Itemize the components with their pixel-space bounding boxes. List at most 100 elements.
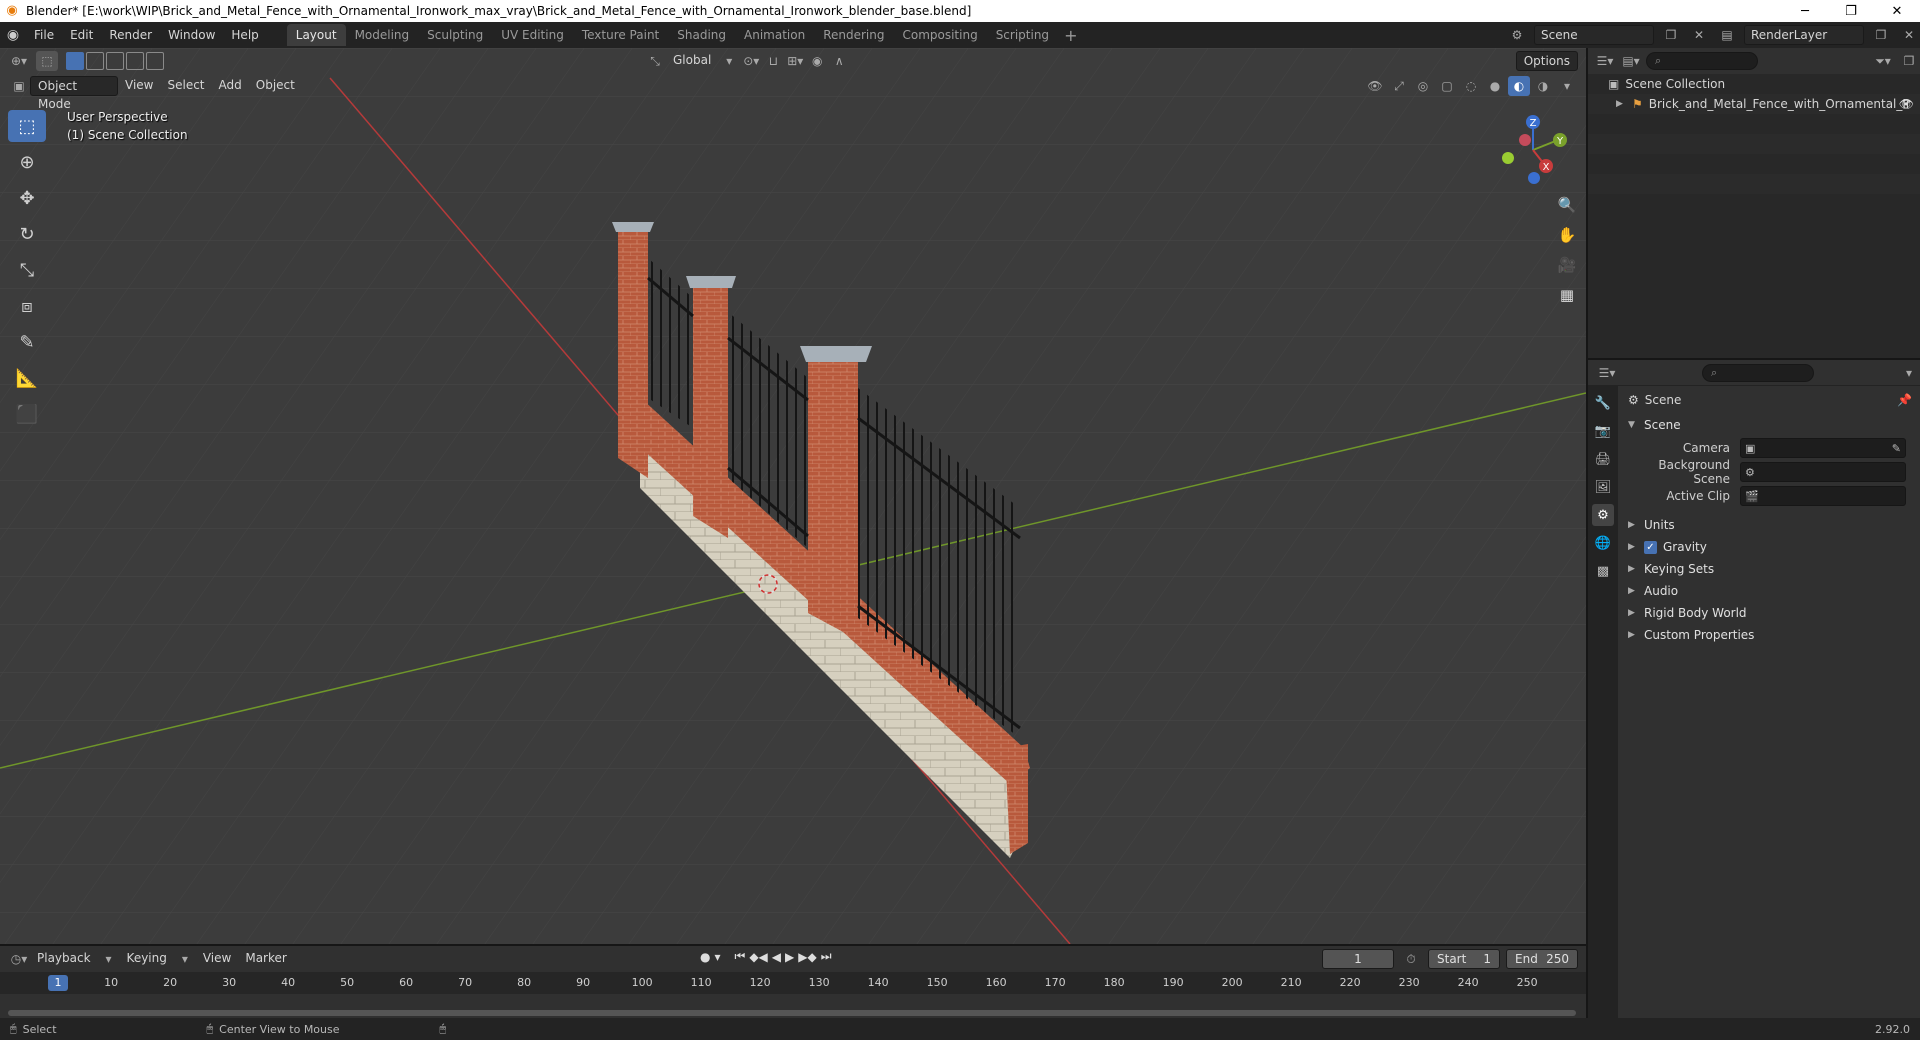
view-layer-tab-icon[interactable]: 🖼 xyxy=(1592,476,1614,498)
menu-add[interactable]: Add xyxy=(212,76,249,96)
select-intersect-icon[interactable] xyxy=(146,52,164,70)
chevron-down-icon[interactable]: ▾ xyxy=(174,949,196,969)
rigid-body-world-panel-header[interactable]: ▶ Rigid Body World xyxy=(1620,602,1920,624)
tab-compositing[interactable]: Compositing xyxy=(893,24,986,46)
proportional-edit-icon[interactable]: ◉ xyxy=(806,51,828,71)
end-frame-field[interactable]: End 250 xyxy=(1506,949,1578,969)
current-frame-cursor[interactable]: 1 xyxy=(48,975,68,991)
filter-icon[interactable]: ⏷▾ xyxy=(1872,51,1894,71)
gizmo-toggle-icon[interactable]: ⤢ xyxy=(1388,76,1410,96)
camera-view-icon[interactable]: 🎥 xyxy=(1554,252,1580,278)
tool-tab-icon[interactable]: 🔧 xyxy=(1592,392,1614,414)
visibility-icon[interactable]: 👁 xyxy=(1364,76,1386,96)
visibility-eye-icon[interactable]: 👁 xyxy=(1899,97,1914,111)
menu-view[interactable]: View xyxy=(118,76,160,96)
mode-dropdown[interactable]: Object Mode xyxy=(30,76,118,111)
3d-viewport[interactable]: ⊕▾ ⬚ ⤡ Global ▾ ⊙▾ ⊔ ⊞▾ ◉ ∧ Options ▣ Ob… xyxy=(0,48,1586,944)
overlay-toggle-icon[interactable]: ◎ xyxy=(1412,76,1434,96)
scale-tool-icon[interactable]: ⤡ xyxy=(8,254,46,286)
chevron-down-icon[interactable]: ▾ xyxy=(98,949,120,969)
new-scene-icon[interactable]: ❐ xyxy=(1660,25,1682,45)
menu-playback[interactable]: Playback xyxy=(30,949,98,969)
scene-tab-icon[interactable]: ⚙ xyxy=(1592,504,1614,526)
maximize-button[interactable]: ❐ xyxy=(1828,0,1874,22)
chevron-down-icon[interactable]: ▾ xyxy=(1898,363,1920,383)
prev-keyframe-icon[interactable]: ◆◀ xyxy=(749,950,767,964)
wireframe-shading-icon[interactable]: ◌ xyxy=(1460,76,1482,96)
world-tab-icon[interactable]: 🌐 xyxy=(1592,532,1614,554)
measure-tool-icon[interactable]: 📐 xyxy=(8,362,46,394)
snap-icon[interactable]: ⊔ xyxy=(762,51,784,71)
play-icon[interactable]: ▶ xyxy=(785,950,794,964)
menu-object[interactable]: Object xyxy=(249,76,302,96)
material-shading-icon[interactable]: ◐ xyxy=(1508,76,1530,96)
next-keyframe-icon[interactable]: ▶◆ xyxy=(798,950,816,964)
view-layer-icon[interactable]: ▤ xyxy=(1716,25,1738,45)
select-new-icon[interactable] xyxy=(66,52,84,70)
xray-icon[interactable]: ▢ xyxy=(1436,76,1458,96)
start-frame-field[interactable]: Start 1 xyxy=(1428,949,1500,969)
record-icon[interactable]: ● xyxy=(700,950,710,964)
select-extend-icon[interactable] xyxy=(86,52,104,70)
transform-orientation-dropdown[interactable]: Global xyxy=(666,51,718,71)
menu-render[interactable]: Render xyxy=(101,22,160,48)
gravity-checkbox[interactable]: ✓ xyxy=(1644,540,1657,554)
new-collection-icon[interactable]: ❐ xyxy=(1898,51,1920,71)
rotate-tool-icon[interactable]: ↻ xyxy=(8,218,46,250)
pin-icon[interactable]: 📌 xyxy=(1897,393,1912,407)
select-invert-icon[interactable] xyxy=(126,52,144,70)
menu-edit[interactable]: Edit xyxy=(62,22,101,48)
navigation-gizmo[interactable]: Z Y X xyxy=(1488,110,1578,240)
audio-panel-header[interactable]: ▶ Audio xyxy=(1620,580,1920,602)
units-panel-header[interactable]: ▶ Units xyxy=(1620,514,1920,536)
tab-layout[interactable]: Layout xyxy=(286,24,346,46)
chevron-down-icon[interactable]: ▾ xyxy=(718,51,740,71)
expand-arrow-icon[interactable]: ▶ xyxy=(1616,99,1626,109)
shading-options-icon[interactable]: ▾ xyxy=(1556,76,1578,96)
scene-name-field[interactable]: Scene xyxy=(1534,25,1654,45)
render-tab-icon[interactable]: 📷 xyxy=(1592,420,1614,442)
gravity-panel-header[interactable]: ▶ ✓ Gravity xyxy=(1620,536,1920,558)
chevron-down-icon[interactable]: ▾ xyxy=(714,950,720,964)
current-frame-field[interactable]: 1 xyxy=(1322,949,1394,969)
tab-scripting[interactable]: Scripting xyxy=(987,24,1058,46)
scene-panel-header[interactable]: ▼ Scene xyxy=(1620,414,1920,436)
output-tab-icon[interactable]: 🖨 xyxy=(1592,448,1614,470)
background-scene-field[interactable]: ⚙ xyxy=(1740,462,1906,482)
menu-select[interactable]: Select xyxy=(160,76,211,96)
solid-shading-icon[interactable]: ● xyxy=(1484,76,1506,96)
outliner-search-input[interactable]: ⌕ xyxy=(1646,52,1758,70)
add-cube-tool-icon[interactable]: ⬛ xyxy=(8,398,46,430)
properties-search-input[interactable]: ⌕ xyxy=(1702,363,1814,382)
pivot-point-icon[interactable]: ⊙▾ xyxy=(740,51,762,71)
ortho-grid-icon[interactable]: ▦ xyxy=(1554,282,1580,308)
camera-field[interactable]: ▣ ✎ xyxy=(1740,438,1906,458)
editor-type-icon[interactable]: ⊕▾ xyxy=(8,51,30,71)
outliner-editor-icon[interactable]: ☰▾ xyxy=(1594,51,1616,71)
keying-sets-panel-header[interactable]: ▶ Keying Sets xyxy=(1620,558,1920,580)
timeline-scrollbar[interactable] xyxy=(8,1010,1576,1016)
display-mode-icon[interactable]: ▤▾ xyxy=(1620,51,1642,71)
tab-texture-paint[interactable]: Texture Paint xyxy=(573,24,668,46)
properties-editor-icon[interactable]: ☰▾ xyxy=(1596,363,1618,383)
minimize-button[interactable]: ─ xyxy=(1782,0,1828,22)
active-clip-field[interactable]: 🎬 xyxy=(1740,486,1906,506)
new-view-layer-icon[interactable]: ❐ xyxy=(1870,25,1892,45)
menu-help[interactable]: Help xyxy=(223,22,266,48)
jump-start-icon[interactable]: ⏮ xyxy=(735,949,746,964)
eyedropper-icon[interactable]: ✎ xyxy=(1892,442,1901,455)
tab-shading[interactable]: Shading xyxy=(668,24,735,46)
select-subtract-icon[interactable] xyxy=(106,52,124,70)
timeline-editor-icon[interactable]: ◷▾ xyxy=(8,949,30,969)
timeline-ruler[interactable]: 1 10 20 30 40 50 60 70 80 90 100 110 120 130 140 150 160… xyxy=(0,972,1586,994)
snap-target-icon[interactable]: ⊞▾ xyxy=(784,51,806,71)
add-workspace-icon[interactable]: + xyxy=(1058,26,1083,45)
custom-properties-panel-header[interactable]: ▶ Custom Properties xyxy=(1620,624,1920,646)
outliner-row-object[interactable]: ▶ ⚑ Brick_and_Metal_Fence_with_Ornamenta… xyxy=(1588,94,1920,114)
tab-rendering[interactable]: Rendering xyxy=(814,24,893,46)
options-dropdown[interactable]: Options xyxy=(1515,51,1578,71)
annotate-tool-icon[interactable]: ✎ xyxy=(8,326,46,358)
transform-tool-icon[interactable]: ⧈ xyxy=(8,290,46,322)
select-tool-icon[interactable]: ⬚ xyxy=(36,51,58,71)
menu-marker[interactable]: Marker xyxy=(238,949,293,969)
